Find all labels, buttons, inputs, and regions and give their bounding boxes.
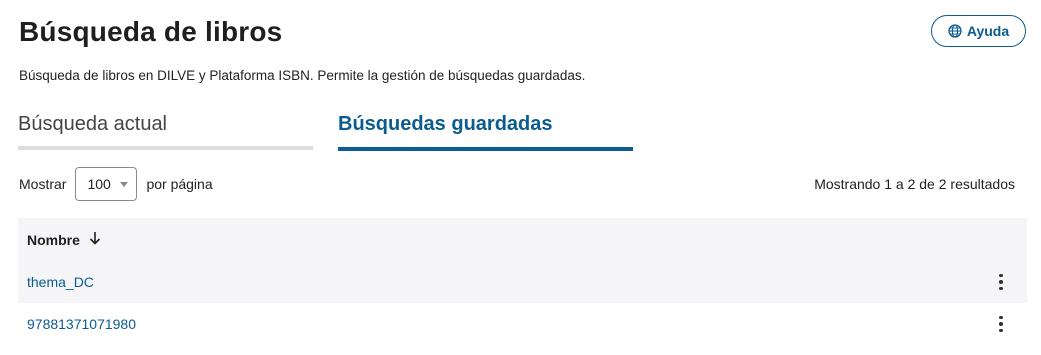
table-row: 97881371071980 bbox=[18, 303, 1027, 345]
tab-underline-active bbox=[338, 147, 633, 151]
tab-busqueda-actual[interactable]: Búsqueda actual bbox=[18, 110, 313, 150]
tab-underline bbox=[18, 146, 313, 150]
show-label: Mostrar bbox=[19, 176, 67, 192]
saved-search-link[interactable]: 97881371071980 bbox=[27, 316, 136, 332]
arrow-down-icon bbox=[89, 231, 101, 248]
saved-searches-table: Nombre thema_DC 97881371071980 bbox=[18, 218, 1027, 345]
table-header: Nombre bbox=[18, 218, 1027, 261]
per-page-select[interactable]: 100 bbox=[75, 167, 138, 201]
results-count: Mostrando 1 a 2 de 2 resultados bbox=[814, 176, 1015, 192]
per-page-value: 100 bbox=[87, 176, 111, 192]
tab-label: Búsquedas guardadas bbox=[338, 113, 553, 135]
tab-label: Búsqueda actual bbox=[18, 113, 168, 135]
help-button-label: Ayuda bbox=[966, 23, 1010, 39]
page-title: Búsqueda de libros bbox=[19, 16, 283, 47]
tab-busquedas-guardadas[interactable]: Búsquedas guardadas bbox=[338, 110, 633, 151]
more-options-icon[interactable] bbox=[989, 309, 1013, 339]
table-row: thema_DC bbox=[18, 261, 1027, 303]
help-button[interactable]: Ayuda bbox=[931, 15, 1026, 47]
chevron-down-icon bbox=[120, 182, 129, 187]
more-options-icon[interactable] bbox=[989, 267, 1013, 297]
page-size-control: Mostrar 100 por página bbox=[19, 167, 213, 201]
per-page-suffix: por página bbox=[146, 176, 213, 192]
column-header-label: Nombre bbox=[27, 231, 80, 248]
globe-icon bbox=[948, 24, 962, 38]
column-header-nombre[interactable]: Nombre bbox=[27, 231, 101, 248]
page-description: Búsqueda de libros en DILVE y Plataforma… bbox=[19, 68, 586, 83]
saved-search-link[interactable]: thema_DC bbox=[27, 274, 94, 290]
tab-bar: Búsqueda actual Búsquedas guardadas bbox=[18, 110, 638, 152]
